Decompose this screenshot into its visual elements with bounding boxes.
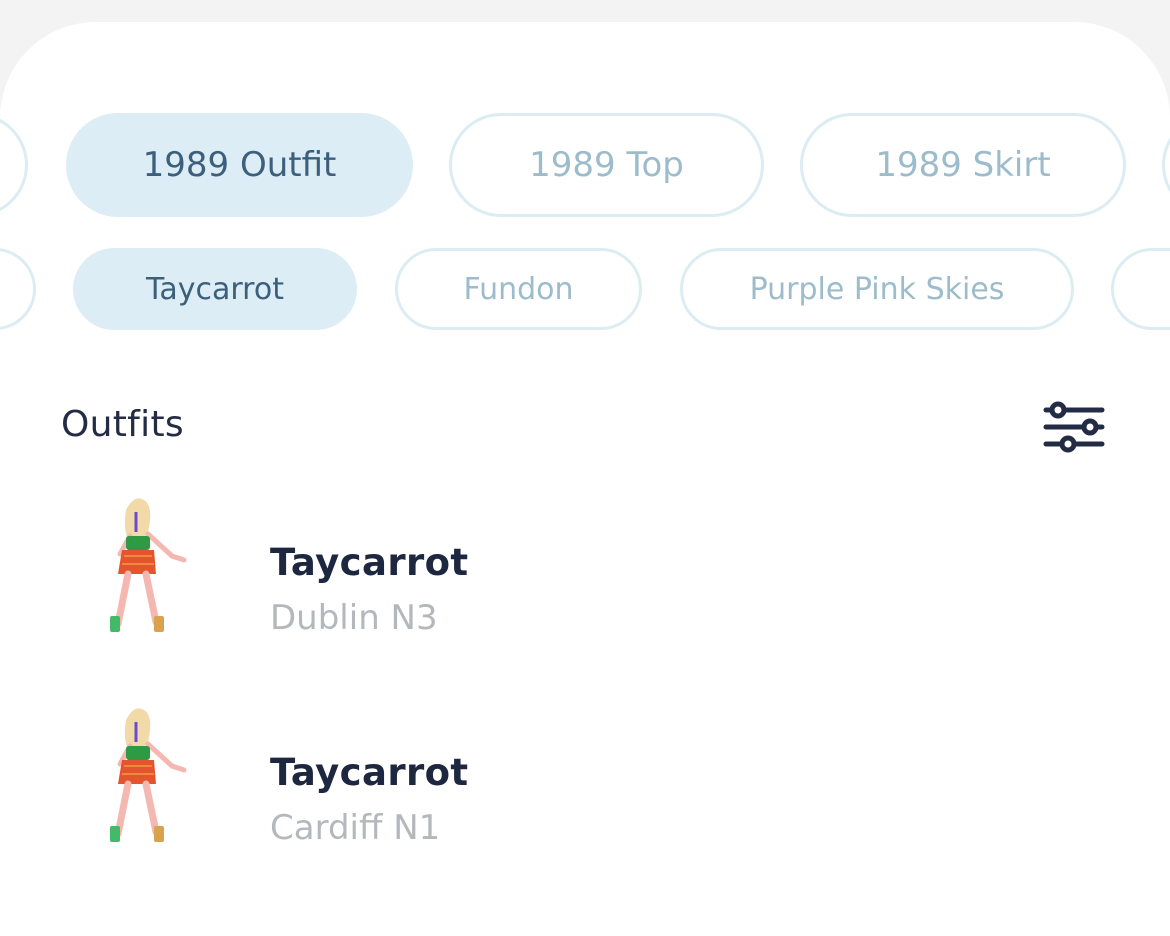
category-chip-1989-skirt[interactable]: 1989 Skirt (800, 113, 1126, 217)
category-chip-1989-outfit[interactable]: 1989 Outfit (66, 113, 413, 217)
outfit-subtitle: Dublin N3 (270, 598, 438, 638)
outfit-thumbnail (96, 492, 196, 642)
style-chip-label: Purple Pink Skies (749, 271, 1005, 307)
section-title: Outfits (61, 404, 184, 445)
sliders-icon (1043, 401, 1105, 453)
category-chip-label: 1989 Outfit (142, 145, 337, 185)
category-chip-1989-top[interactable]: 1989 Top (449, 113, 764, 217)
category-chip-partial-right[interactable] (1162, 113, 1170, 217)
category-chip-label: 1989 Top (529, 145, 684, 185)
outfit-figure-icon (110, 498, 187, 632)
outfit-title: Taycarrot (270, 541, 469, 584)
outfit-subtitle: Cardiff N1 (270, 808, 441, 848)
outfit-list-item[interactable]: Taycarrot Dublin N3 (0, 492, 1170, 672)
style-chip-label: Fundon (463, 271, 574, 307)
style-chip-label: Taycarrot (146, 271, 284, 307)
outfit-thumbnail (96, 702, 196, 852)
style-chip-partial-left[interactable] (0, 248, 36, 330)
outfit-list-item[interactable]: Taycarrot Cardiff N1 (0, 702, 1170, 882)
category-chip-partial-left[interactable] (0, 113, 28, 217)
filter-button[interactable] (1038, 398, 1110, 458)
outfit-title: Taycarrot (270, 751, 469, 794)
outfits-sheet: 1989 Outfit 1989 Top 1989 Skirt Taycarro… (0, 22, 1170, 936)
style-chip-fundon[interactable]: Fundon (395, 248, 642, 330)
category-chip-label: 1989 Skirt (875, 145, 1051, 185)
style-chip-purple-pink-skies[interactable]: Purple Pink Skies (680, 248, 1074, 330)
outfit-figure-icon (110, 708, 187, 842)
style-chip-partial-right[interactable] (1111, 248, 1170, 330)
style-chip-taycarrot[interactable]: Taycarrot (73, 248, 357, 330)
